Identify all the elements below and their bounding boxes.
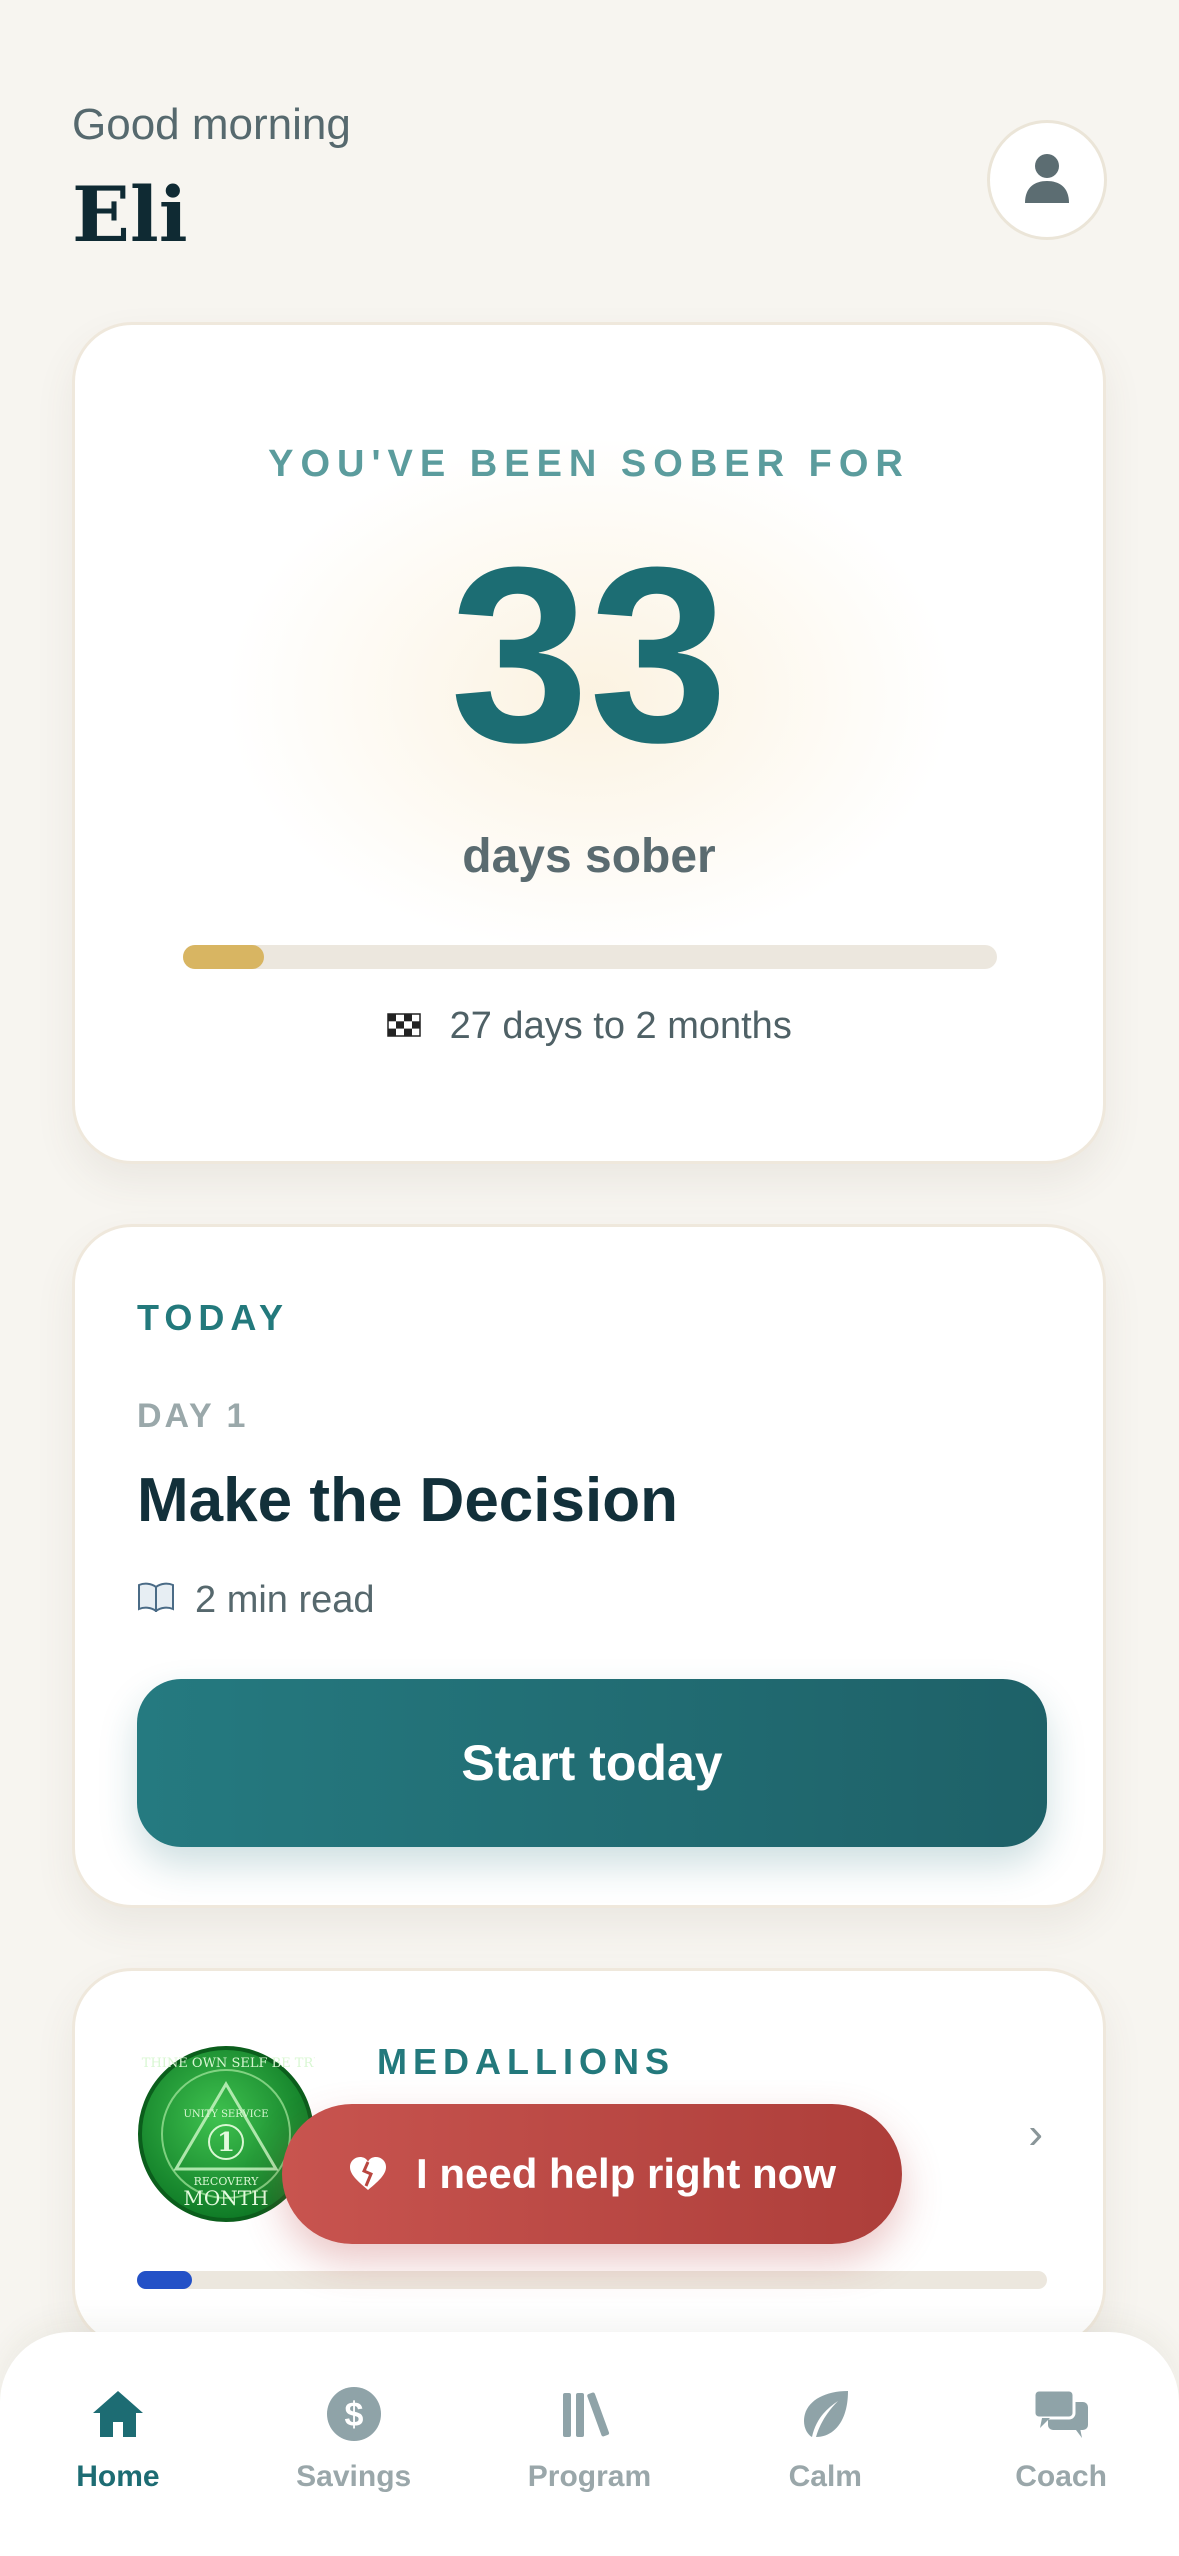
profile-button[interactable] (987, 120, 1107, 240)
milestone-text: 27 days to 2 months (449, 1005, 792, 1047)
medallion-progress-bar (137, 2271, 1047, 2289)
tab-calm-label: Calm (788, 2460, 862, 2493)
tab-savings[interactable]: $ Savings (236, 2332, 472, 2556)
user-name: Eli (72, 170, 188, 259)
leaf-icon (795, 2384, 855, 2444)
chat-icon (1031, 2384, 1091, 2444)
checkered-flag-icon (386, 1008, 431, 1046)
medallion-number: 1 (217, 2128, 235, 2158)
user-icon (1023, 151, 1071, 210)
medallion-top-text: TO THINE OWN SELF BE TRUE (137, 2056, 315, 2071)
read-time-text: 2 min read (195, 1579, 375, 1621)
medallions-section-label: MEDALLIONS (377, 2041, 675, 2082)
medallion-middle-text: UNITY SERVICE (183, 2109, 268, 2120)
home-icon (88, 2384, 148, 2444)
book-icon (137, 1582, 175, 1620)
library-icon (559, 2384, 619, 2444)
tab-coach[interactable]: Coach (943, 2332, 1179, 2556)
medallion-month-text: MONTH (183, 2186, 268, 2210)
lesson-title: Make the Decision (137, 1466, 678, 1535)
svg-text:$: $ (344, 2396, 363, 2434)
need-help-button[interactable]: I need help right now (282, 2104, 902, 2244)
start-today-button[interactable]: Start today (137, 1679, 1047, 1847)
medallion-progress-fill (137, 2271, 192, 2289)
chevron-right-icon[interactable]: › (1028, 2109, 1043, 2159)
today-card: TODAY DAY 1 Make the Decision 2 min read… (72, 1224, 1106, 1908)
tab-home-label: Home (76, 2460, 160, 2493)
need-help-label: I need help right now (416, 2150, 836, 2197)
tab-home[interactable]: Home (0, 2332, 236, 2556)
read-time-row: 2 min read (137, 1579, 375, 1622)
tab-savings-label: Savings (296, 2460, 412, 2493)
dollar-icon: $ (324, 2384, 384, 2444)
tab-program[interactable]: Program (472, 2332, 708, 2556)
sober-counter-card[interactable]: YOU'VE BEEN SOBER FOR 33 days sober 27 d… (72, 322, 1106, 1164)
today-section-label: TODAY (137, 1297, 290, 1338)
milestone-row: 27 days to 2 months (75, 1005, 1103, 1048)
broken-heart-icon (348, 2156, 388, 2192)
tab-calm[interactable]: Calm (707, 2332, 943, 2556)
bottom-tab-bar: Home $ Savings Program Calm Coach (0, 2332, 1179, 2556)
milestone-progress-fill (183, 945, 265, 969)
days-count: 33 (449, 515, 729, 794)
days-unit-label: days sober (462, 830, 716, 883)
sober-label: YOU'VE BEEN SOBER FOR (268, 443, 910, 485)
day-label: DAY 1 (137, 1397, 249, 1435)
greeting-text: Good morning (72, 100, 351, 149)
tab-coach-label: Coach (1015, 2460, 1107, 2493)
tab-program-label: Program (527, 2460, 652, 2493)
milestone-progress-bar (183, 945, 997, 969)
